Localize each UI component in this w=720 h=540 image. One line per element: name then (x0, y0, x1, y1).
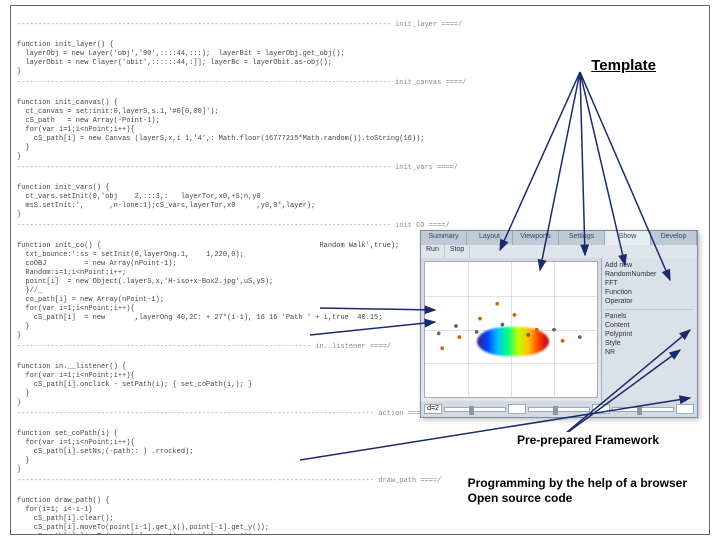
section-header: ----------------------------------------… (17, 21, 703, 30)
code-block: function init_co() { Random Walk',true);… (17, 242, 399, 340)
slider[interactable] (612, 407, 674, 412)
stop-button[interactable]: Stop (445, 245, 470, 258)
side-item[interactable]: Style (605, 339, 694, 348)
side-sec2-title: Panels (605, 312, 694, 321)
side-item[interactable]: FFT (605, 279, 694, 288)
side-item[interactable]: Operator (605, 297, 694, 306)
code-block: function init_layer() { layerObj = new L… (17, 41, 345, 76)
side-title: Add new (605, 261, 694, 270)
template-label: Template (587, 55, 660, 76)
side-panel: Add new RandomNumber FFT Function Operat… (601, 258, 697, 401)
app-tabs: Summary Layout Viewports Settings Show D… (421, 231, 697, 245)
side-item[interactable]: NR (605, 348, 694, 357)
side-item[interactable]: Content (605, 321, 694, 330)
code-block: function init_vars() { ct_vars.setInit(0… (17, 184, 315, 219)
app-toolbar: Run Stop (421, 245, 697, 258)
curve-gray (425, 289, 597, 363)
plot-area[interactable] (424, 261, 598, 398)
caption-line2: Open source code (468, 491, 573, 505)
side-item[interactable]: Polyprint (605, 330, 694, 339)
caption: Programming by the help of a browser Ope… (465, 474, 690, 508)
tab-layout[interactable]: Layout (467, 231, 513, 245)
footer-value[interactable] (508, 404, 526, 414)
section-header: ----------------------------------------… (17, 164, 703, 173)
app-body: Add new RandomNumber FFT Function Operat… (421, 258, 697, 401)
tab-viewports[interactable]: Viewports (513, 231, 559, 245)
side-item[interactable]: Function (605, 288, 694, 297)
tab-develop[interactable]: Develop (651, 231, 697, 245)
code-block: function set_coPath(i) { for(var i=1;i<n… (17, 430, 193, 474)
code-block: function init_canvas() { ct_canvas = set… (17, 99, 424, 161)
tab-show[interactable]: Show (605, 231, 651, 245)
tab-summary[interactable]: Summary (421, 231, 467, 245)
footer-value[interactable] (676, 404, 694, 414)
framework-label: Pre-prepared Framework (514, 432, 662, 448)
code-block: function in.__listener() { for(var i=1;i… (17, 363, 252, 407)
footer-value[interactable]: d=2 (424, 404, 442, 414)
side-item[interactable]: RandomNumber (605, 270, 694, 279)
app-window: Summary Layout Viewports Settings Show D… (420, 230, 698, 418)
slider[interactable] (444, 407, 506, 412)
section-header: ----------------------------------------… (17, 79, 703, 88)
tab-settings[interactable]: Settings (559, 231, 605, 245)
caption-line1: Programming by the help of a browser (468, 476, 687, 490)
slider[interactable] (528, 407, 590, 412)
code-block: function draw_path() { for(i=1; i<-i-1} … (17, 497, 269, 535)
app-footer: d=2 (421, 401, 697, 417)
footer-value[interactable] (592, 404, 610, 414)
run-button[interactable]: Run (421, 245, 445, 258)
